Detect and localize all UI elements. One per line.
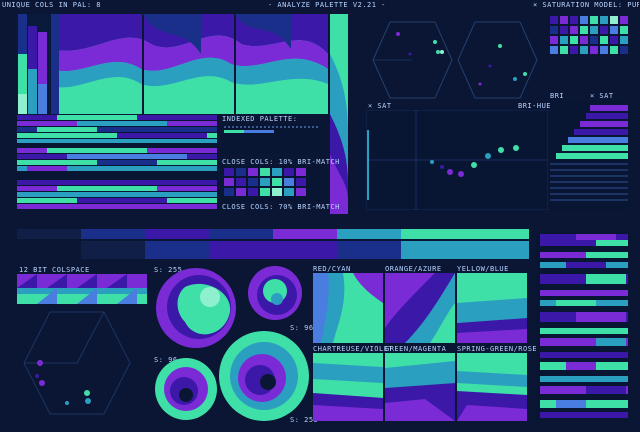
sat-axis-label: × SAT bbox=[368, 102, 392, 110]
yellow-blue-label: YELLOW/BLUE bbox=[457, 265, 509, 273]
colspace-label: 12 BIT COLSPACE bbox=[19, 266, 90, 274]
green-magenta-map bbox=[385, 353, 455, 421]
red-cyan-map bbox=[313, 273, 383, 343]
brightness-column bbox=[330, 14, 348, 214]
indexed-palette-label: INDEXED PALETTE: bbox=[222, 115, 298, 123]
hue-hex-plots bbox=[360, 14, 540, 106]
brightness-histogram bbox=[550, 101, 630, 211]
sorted-palette-rows bbox=[17, 115, 219, 210]
unique-cols-readout: UNIQUE COLS IN PAL: 8 bbox=[2, 1, 102, 9]
close-cols-matrix bbox=[222, 166, 322, 202]
orange-azure-map bbox=[385, 273, 455, 343]
palette-strips bbox=[17, 14, 51, 114]
yellow-blue-map bbox=[457, 273, 527, 343]
close-cols-10-label: CLOSE COLS: 10% BRI-MATCH bbox=[222, 158, 340, 166]
palette-band bbox=[17, 229, 529, 261]
analyze-palette-window: UNIQUE COLS IN PAL: 8 - ANALYZE PALETTE … bbox=[0, 0, 640, 432]
indexed-palette-grid bbox=[222, 124, 322, 154]
app-title: - ANALYZE PALETTE V2.21 - bbox=[268, 1, 386, 9]
hue-sorted-stack bbox=[536, 230, 630, 422]
colspace-strip bbox=[17, 274, 147, 304]
red-cyan-label: RED/CYAN bbox=[313, 265, 351, 273]
bri-hue-label: BRI-HUE bbox=[518, 102, 552, 110]
hue-wave-plot bbox=[51, 14, 328, 114]
chartreuse-violet-map bbox=[313, 353, 383, 421]
close-cols-70-label: CLOSE COLS: 70% BRI-MATCH bbox=[222, 203, 340, 211]
orange-azure-label: ORANGE/AZURE bbox=[385, 265, 442, 273]
spring-rose-label: SPRING-GREEN/ROSE bbox=[457, 345, 538, 353]
saturation-disc-255b bbox=[219, 331, 309, 421]
spring-rose-map bbox=[457, 353, 527, 421]
sat-bri-hue-plot bbox=[366, 110, 548, 210]
swatch-grid bbox=[550, 14, 630, 58]
saturation-disc-96b bbox=[155, 358, 217, 420]
sat-x-label: × SAT bbox=[590, 92, 614, 100]
saturation-model-toggle[interactable]: × SATURATION MODEL: PURITY bbox=[533, 1, 639, 9]
chartreuse-violet-label: CHARTREUSE/VIOLET bbox=[313, 345, 394, 353]
saturation-disc-96a bbox=[248, 266, 302, 320]
green-magenta-label: GREEN/MAGENTA bbox=[385, 345, 447, 353]
hue-wheel-outline bbox=[22, 308, 132, 418]
bri-label: BRI bbox=[550, 92, 565, 100]
